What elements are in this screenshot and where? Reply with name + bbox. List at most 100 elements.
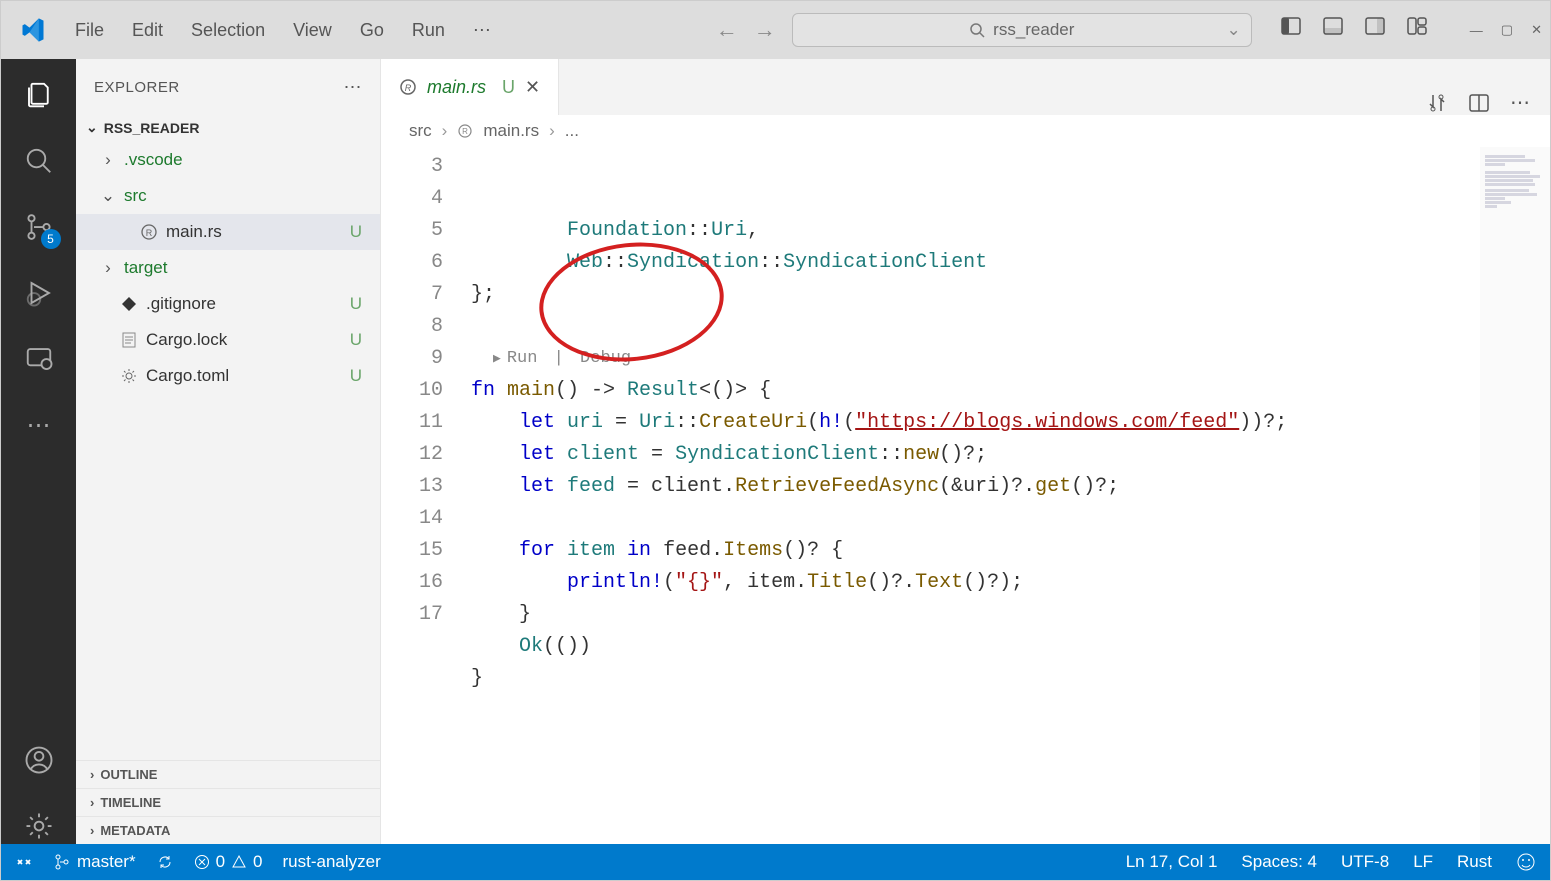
editor-group: R main.rs U ✕ ⋯ src › R main.rs › ... — [381, 59, 1550, 844]
file-icon — [120, 295, 138, 313]
minimize-icon[interactable]: — — [1470, 23, 1483, 38]
tree-item-label: src — [124, 186, 147, 206]
code-line[interactable]: Ok(()) — [471, 631, 1550, 663]
chevron-icon: › — [100, 150, 116, 170]
sync-icon[interactable] — [156, 853, 174, 871]
editor-tabs: R main.rs U ✕ ⋯ — [381, 59, 1550, 115]
menu-view[interactable]: View — [293, 20, 332, 41]
encoding[interactable]: UTF-8 — [1341, 852, 1389, 872]
nav-back-icon[interactable]: ← — [716, 17, 738, 43]
status-indicator: U — [350, 222, 362, 242]
problems[interactable]: 0 0 — [194, 852, 263, 872]
settings-gear-icon[interactable] — [21, 808, 57, 844]
toggle-secondary-sidebar-icon[interactable] — [1364, 15, 1394, 45]
git-branch[interactable]: master* — [53, 852, 136, 872]
tab-status: U — [502, 77, 515, 98]
metadata-section[interactable]: ›METADATA — [76, 816, 380, 844]
breadcrumbs[interactable]: src › R main.rs › ... — [381, 115, 1550, 147]
menu-go[interactable]: Go — [360, 20, 384, 41]
code-line[interactable]: } — [471, 599, 1550, 631]
cursor-position[interactable]: Ln 17, Col 1 — [1126, 852, 1218, 872]
codelens-run[interactable]: Run — [507, 343, 538, 375]
tree-item-Cargo-lock[interactable]: Cargo.lockU — [76, 322, 380, 358]
tree-item-Cargo-toml[interactable]: Cargo.tomlU — [76, 358, 380, 394]
error-count: 0 — [216, 852, 225, 872]
chevron-right-icon: › — [90, 823, 94, 838]
menu-selection[interactable]: Selection — [191, 20, 265, 41]
breadcrumb-file[interactable]: main.rs — [483, 121, 539, 141]
tab-main-rs[interactable]: R main.rs U ✕ — [381, 59, 559, 115]
menu-run[interactable]: Run — [412, 20, 445, 41]
editor[interactable]: 34567891011121314151617 Foundation::Uri,… — [381, 147, 1550, 844]
code-line[interactable]: for item in feed.Items()? { — [471, 535, 1550, 567]
tree-item-label: Cargo.lock — [146, 330, 227, 350]
code-line[interactable] — [471, 695, 1550, 727]
chevron-icon: › — [100, 258, 116, 278]
search-activity-icon[interactable] — [21, 143, 57, 179]
toggle-primary-sidebar-icon[interactable] — [1280, 15, 1310, 45]
tree-item-main-rs[interactable]: Rmain.rs U — [76, 214, 380, 250]
menu-file[interactable]: File — [75, 20, 104, 41]
remote-indicator[interactable] — [15, 853, 33, 871]
code-line[interactable]: println!("{}", item.Title()?.Text()?); — [471, 567, 1550, 599]
code-line[interactable]: } — [471, 663, 1550, 695]
tree-item--vscode[interactable]: ›.vscode — [76, 142, 380, 178]
outline-section[interactable]: ›OUTLINE — [76, 760, 380, 788]
code-line[interactable]: let uri = Uri::CreateUri(h!("https://blo… — [471, 407, 1550, 439]
sidebar-root[interactable]: ⌄ RSS_READER — [76, 115, 380, 140]
tree-item--gitignore[interactable]: .gitignoreU — [76, 286, 380, 322]
breadcrumb-more[interactable]: ... — [565, 121, 579, 141]
menu-bar: File Edit Selection View Go Run ⋯ — [75, 20, 491, 41]
close-icon[interactable]: ✕ — [1531, 22, 1542, 38]
menu-more[interactable]: ⋯ — [473, 20, 491, 41]
code-line[interactable]: let feed = client.RetrieveFeedAsync(&uri… — [471, 471, 1550, 503]
sidebar-title: EXPLORER — [94, 79, 180, 96]
language-mode[interactable]: Rust — [1457, 852, 1492, 872]
maximize-icon[interactable]: ▢ — [1501, 22, 1513, 38]
split-editor-icon[interactable] — [1468, 92, 1490, 114]
code-line[interactable]: Web::Syndication::SyndicationClient — [471, 247, 1550, 279]
code-line[interactable] — [471, 503, 1550, 535]
code-line[interactable]: }; — [471, 279, 1550, 311]
titlebar: File Edit Selection View Go Run ⋯ ← → rs… — [1, 1, 1550, 59]
account-icon[interactable] — [21, 742, 57, 778]
tree-item-label: main.rs — [166, 222, 222, 242]
svg-text:R: R — [405, 83, 412, 93]
play-icon: ▶ — [493, 343, 501, 375]
sidebar-header: EXPLORER ⋯ — [76, 59, 380, 115]
minimap[interactable] — [1480, 147, 1550, 844]
compare-changes-icon[interactable] — [1426, 92, 1448, 114]
run-debug-icon[interactable] — [21, 275, 57, 311]
eol[interactable]: LF — [1413, 852, 1433, 872]
breadcrumb-src[interactable]: src — [409, 121, 432, 141]
file-icon: R — [140, 223, 158, 241]
chevron-down-icon: ⌄ — [86, 119, 98, 136]
code-line[interactable] — [471, 311, 1550, 343]
code-content[interactable]: Foundation::Uri, Web::Syndication::Syndi… — [471, 147, 1550, 844]
chevron-icon: ⌄ — [100, 186, 116, 206]
more-icon[interactable]: ⋯ — [21, 407, 57, 443]
explorer-icon[interactable] — [21, 77, 57, 113]
menu-edit[interactable]: Edit — [132, 20, 163, 41]
customize-layout-icon[interactable] — [1406, 15, 1436, 45]
tree-item-target[interactable]: ›target — [76, 250, 380, 286]
tab-close-icon[interactable]: ✕ — [525, 77, 540, 98]
editor-more-icon[interactable]: ⋯ — [1510, 90, 1530, 115]
source-control-icon[interactable]: 5 — [21, 209, 57, 245]
lsp-status[interactable]: rust-analyzer — [283, 852, 381, 872]
code-line[interactable]: fn main() -> Result<()> { — [471, 375, 1550, 407]
sidebar-more-icon[interactable]: ⋯ — [344, 77, 363, 98]
nav-forward-icon[interactable]: → — [754, 17, 776, 43]
indentation[interactable]: Spaces: 4 — [1241, 852, 1317, 872]
command-center[interactable]: rss_reader ⌄ — [792, 13, 1252, 47]
remote-explorer-icon[interactable] — [21, 341, 57, 377]
toggle-panel-icon[interactable] — [1322, 15, 1352, 45]
feedback-icon[interactable] — [1516, 852, 1536, 872]
tree-item-src[interactable]: ⌄ src — [76, 178, 380, 214]
code-line[interactable]: Foundation::Uri, — [471, 215, 1550, 247]
codelens-debug[interactable]: Debug — [580, 343, 631, 375]
timeline-section[interactable]: ›TIMELINE — [76, 788, 380, 816]
command-center-text: rss_reader — [993, 20, 1074, 40]
code-line[interactable]: let client = SyndicationClient::new()?; — [471, 439, 1550, 471]
tab-label: main.rs — [427, 77, 486, 98]
